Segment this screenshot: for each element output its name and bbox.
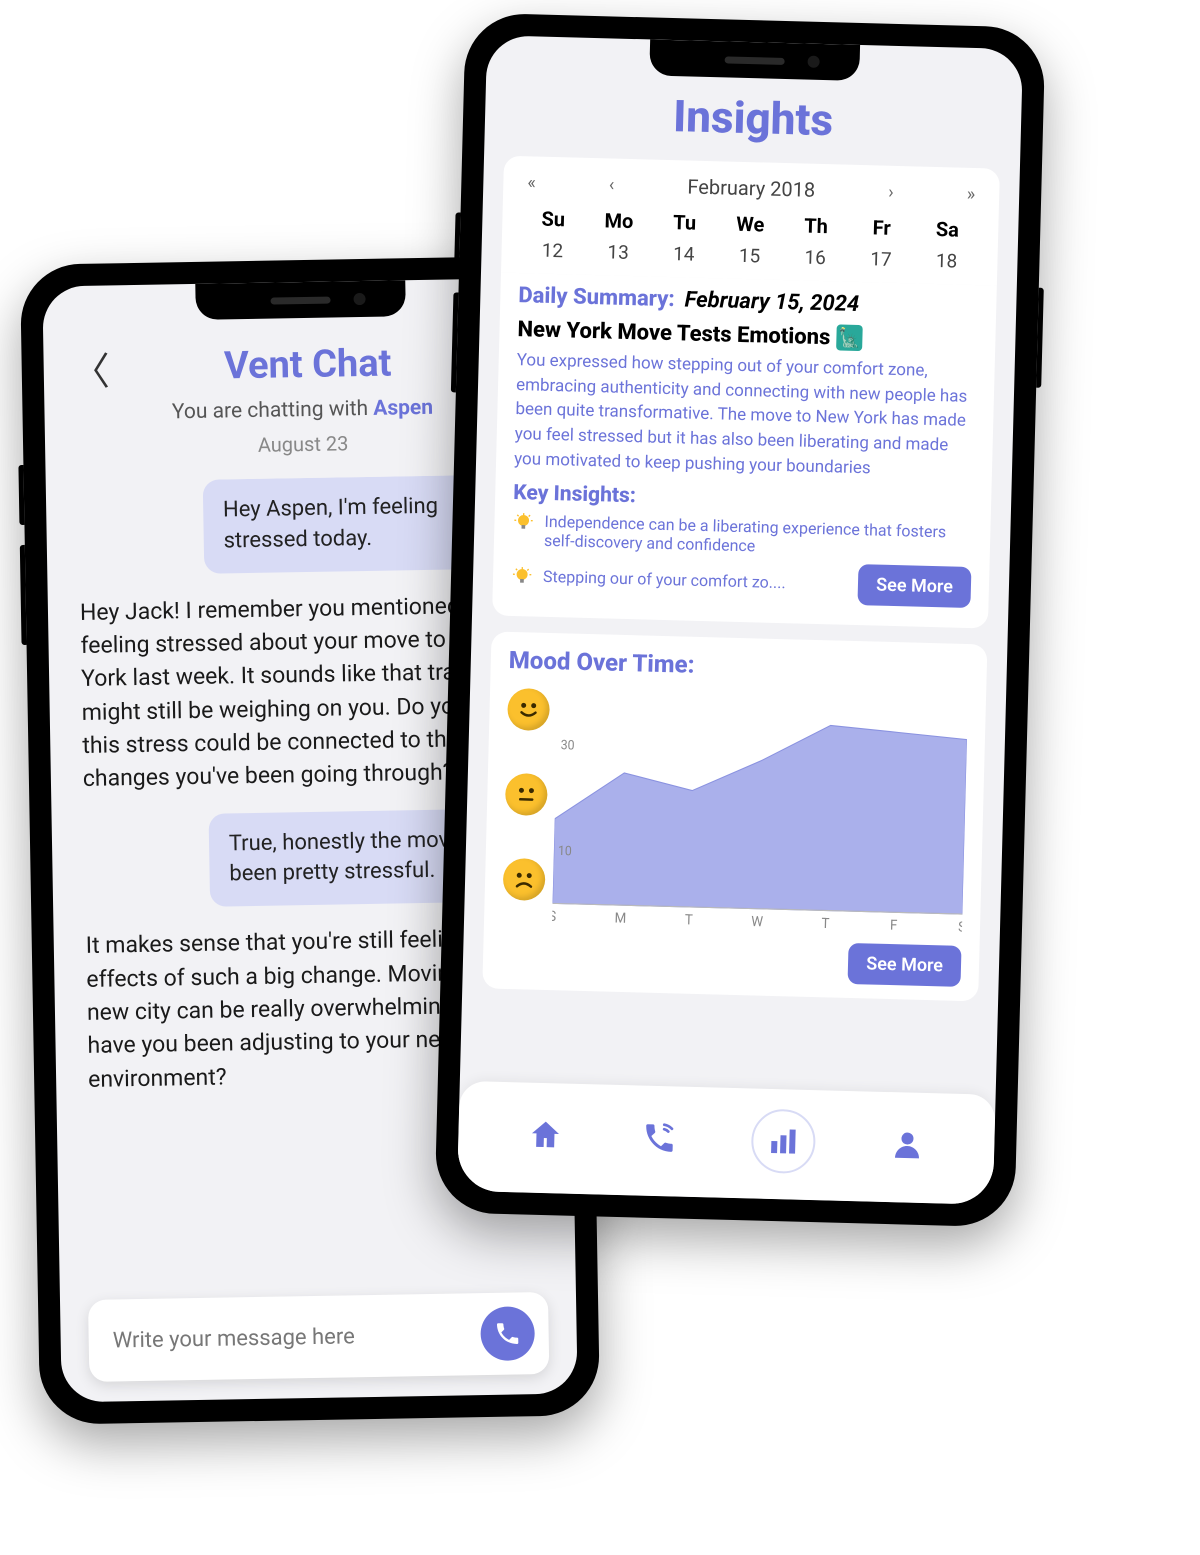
calendar-dow: Th <box>783 209 850 243</box>
calendar-day[interactable]: 12 <box>519 234 585 267</box>
back-icon[interactable]: 〈 <box>71 340 110 396</box>
phone-notch <box>649 39 860 80</box>
svg-text:30: 30 <box>561 738 575 754</box>
summary-body: You expressed how stepping out of your c… <box>514 348 977 483</box>
calendar-month-label: February 2018 <box>687 174 815 201</box>
user-icon <box>889 1126 926 1163</box>
svg-text:T: T <box>821 916 829 933</box>
key-insights-label: Key Insights: <box>513 481 973 517</box>
insight-item: Independence can be a liberating experie… <box>512 511 973 561</box>
calendar-day[interactable]: 15 <box>716 239 782 272</box>
insight-text: Independence can be a liberating experie… <box>544 512 973 561</box>
nav-home[interactable] <box>523 1113 568 1158</box>
insights-title: Insights <box>485 85 1022 151</box>
svg-text:M: M <box>614 910 626 927</box>
svg-text:10: 10 <box>558 844 572 860</box>
mood-chart-area: 10 30 S M T W T F S <box>552 685 968 936</box>
summary-headline-text: New York Move Tests Emotions <box>517 317 830 350</box>
phone-ringing-icon <box>641 1120 678 1157</box>
bar-chart-icon <box>765 1123 802 1160</box>
calendar-prev-icon[interactable]: ‹ <box>609 174 615 195</box>
calendar-dow: Fr <box>848 211 915 245</box>
mood-title: Mood Over Time: <box>509 646 970 686</box>
see-more-button[interactable]: See More <box>858 564 972 608</box>
phone-notch <box>195 280 406 320</box>
svg-text:T: T <box>685 912 693 929</box>
calendar-first-icon[interactable]: « <box>527 172 536 193</box>
sad-face-icon <box>503 858 546 901</box>
message-input-bar[interactable]: Write your message here <box>88 1292 549 1382</box>
svg-text:F: F <box>890 918 898 935</box>
calendar-last-icon[interactable]: » <box>967 183 976 204</box>
call-button[interactable] <box>480 1306 535 1361</box>
happy-face-icon <box>507 688 550 731</box>
message-input-placeholder: Write your message here <box>112 1322 480 1353</box>
calendar-next-icon[interactable]: › <box>888 181 894 202</box>
insight-item: Stepping our of your comfort zo.... See … <box>511 555 972 608</box>
phone-icon <box>493 1319 521 1347</box>
lightbulb-icon <box>511 565 534 588</box>
home-icon <box>527 1117 564 1154</box>
calendar-dow: Tu <box>651 206 718 240</box>
calendar-day[interactable]: 13 <box>585 236 652 269</box>
insight-text: Stepping our of your comfort zo.... <box>543 567 849 594</box>
mood-chart: 10 30 S M T W T F S <box>502 684 968 936</box>
phone-insights: Insights « ‹ February 2018 › » Su Mo Tu … <box>434 13 1045 1228</box>
mood-emoji-scale <box>502 684 558 925</box>
calendar-dow: We <box>717 207 784 241</box>
calendar-dow: Sa <box>914 212 981 246</box>
statue-of-liberty-icon: 🗽 <box>836 324 863 351</box>
chat-partner-name: Aspen <box>373 396 433 421</box>
calendar-dow: Su <box>520 202 587 236</box>
svg-text:S: S <box>958 919 966 936</box>
calendar-day[interactable]: 17 <box>848 243 915 276</box>
bottom-nav <box>457 1081 996 1205</box>
summary-date: February 15, 2024 <box>684 287 859 317</box>
svg-text:S: S <box>552 909 556 926</box>
calendar-day[interactable]: 18 <box>913 244 980 277</box>
chat-subtitle-prefix: You are chatting with <box>172 397 374 425</box>
nav-phone[interactable] <box>637 1115 682 1160</box>
mood-card: Mood Over Time: 10 30 S M T <box>482 632 987 1002</box>
calendar-day[interactable]: 16 <box>782 241 849 274</box>
nav-profile[interactable] <box>885 1122 930 1167</box>
svg-text:W: W <box>751 914 763 931</box>
calendar-day[interactable]: 14 <box>651 238 718 271</box>
insights-screen: Insights « ‹ February 2018 › » Su Mo Tu … <box>457 35 1023 1205</box>
summary-label: Daily Summary: <box>518 283 675 312</box>
calendar-card: « ‹ February 2018 › » Su Mo Tu We Th Fr … <box>501 156 1000 286</box>
calendar-dow: Mo <box>586 204 653 238</box>
neutral-face-icon <box>505 773 548 816</box>
see-more-button[interactable]: See More <box>848 943 962 987</box>
summary-headline: New York Move Tests Emotions 🗽 <box>517 316 978 354</box>
summary-card: Daily Summary: February 15, 2024 New Yor… <box>492 273 997 629</box>
nav-insights[interactable] <box>751 1108 817 1174</box>
lightbulb-icon <box>512 511 535 534</box>
